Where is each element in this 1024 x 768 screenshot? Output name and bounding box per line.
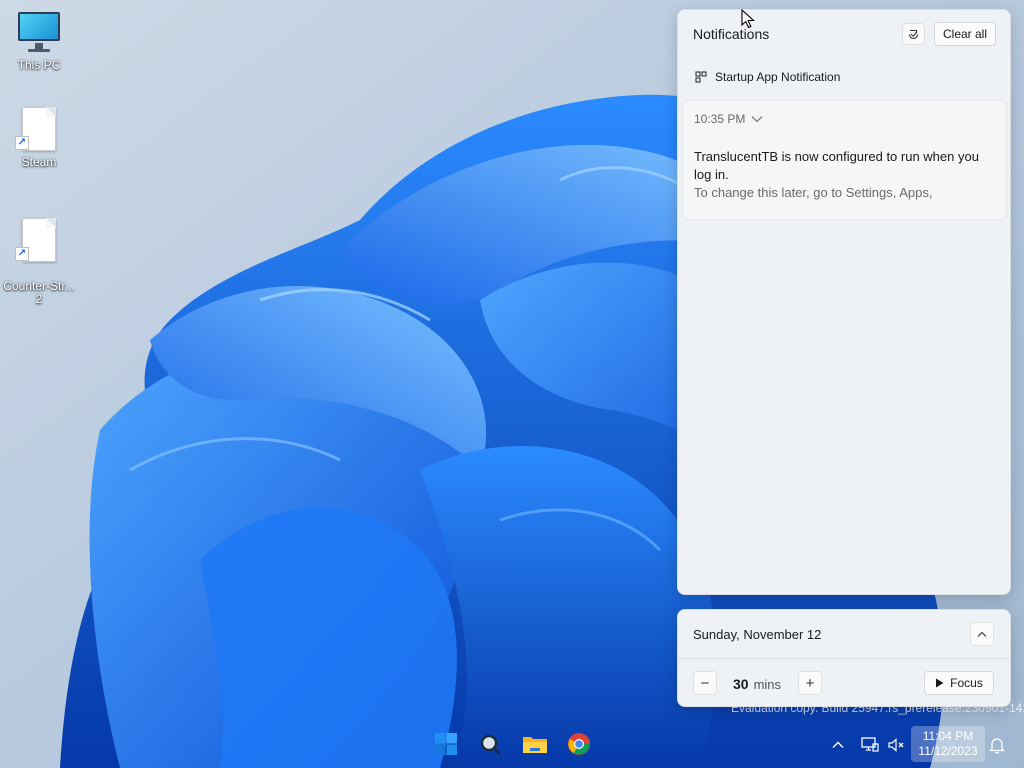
bell-icon xyxy=(989,737,1005,754)
notification-time-label: 10:35 PM xyxy=(694,112,746,126)
network-button[interactable] xyxy=(858,732,882,758)
folder-icon xyxy=(523,737,547,753)
do-not-disturb-button[interactable] xyxy=(902,23,925,45)
desktop-icon-label: Steam xyxy=(21,155,57,169)
calendar-panel: Sunday, November 12 − 30 mins + Focus xyxy=(677,609,1011,707)
chrome-button[interactable] xyxy=(559,724,599,764)
taskbar-clock[interactable]: 11:04 PM 11/12/2023 xyxy=(911,726,985,762)
do-not-disturb-icon xyxy=(908,29,919,39)
notifications-title: Notifications xyxy=(693,26,770,42)
chevron-up-icon xyxy=(977,631,987,637)
network-icon xyxy=(861,737,879,752)
desktop-icon-label: This PC xyxy=(17,58,61,72)
focus-button[interactable]: Focus xyxy=(924,671,994,695)
notification-center: Notifications Clear all Startup App Noti… xyxy=(677,9,1011,595)
volume-muted-icon xyxy=(888,738,904,752)
chevron-up-icon xyxy=(832,741,844,748)
desktop-icon-label: Counter-Str... 2 xyxy=(3,279,75,306)
search-icon xyxy=(480,734,501,755)
tray-overflow-button[interactable] xyxy=(828,732,848,758)
notification-body: To change this later, go to Settings, Ap… xyxy=(694,185,933,200)
notification-center-button[interactable] xyxy=(986,732,1008,758)
volume-button[interactable] xyxy=(885,732,907,758)
desktop-icon-this-pc[interactable]: This PC xyxy=(1,8,77,72)
desktop-icon-counter-strike[interactable]: ↗ Counter-Str... 2 xyxy=(1,203,77,319)
chrome-icon xyxy=(568,733,590,755)
calendar-divider xyxy=(678,658,1010,659)
focus-duration: 30 mins xyxy=(733,676,781,692)
focus-decrease-button[interactable]: − xyxy=(693,671,717,695)
shortcut-arrow-icon: ↗ xyxy=(15,136,29,150)
search-button[interactable] xyxy=(470,724,510,764)
file-shortcut-icon: ↗ xyxy=(15,216,63,264)
file-explorer-button[interactable] xyxy=(515,724,555,764)
monitor-icon xyxy=(15,8,63,56)
focus-button-label: Focus xyxy=(950,676,983,690)
calendar-collapse-button[interactable] xyxy=(970,622,994,646)
notification-time[interactable]: 10:35 PM xyxy=(694,112,763,126)
windows-start-icon xyxy=(435,733,457,755)
file-shortcut-icon: ↗ xyxy=(15,105,63,153)
clock-date: 11/12/2023 xyxy=(918,744,978,758)
mouse-pointer-icon xyxy=(741,9,755,29)
app-grid-icon xyxy=(695,71,707,83)
focus-unit: mins xyxy=(753,677,782,692)
clock-time: 11:04 PM xyxy=(922,729,974,743)
desktop-icon-steam[interactable]: ↗ Steam xyxy=(1,105,77,169)
notification-card[interactable]: 10:35 PM TranslucentTB is now configured… xyxy=(682,100,1007,220)
calendar-date: Sunday, November 12 xyxy=(693,627,822,642)
focus-increase-button[interactable]: + xyxy=(798,671,822,695)
notification-title: TranslucentTB is now configured to run w… xyxy=(694,149,979,182)
focus-minutes: 30 xyxy=(733,676,749,692)
chevron-down-icon xyxy=(751,116,763,123)
shortcut-arrow-icon: ↗ xyxy=(15,247,29,261)
notification-group-header[interactable]: Startup App Notification xyxy=(695,70,840,84)
clear-all-button[interactable]: Clear all xyxy=(934,22,996,46)
start-button[interactable] xyxy=(426,724,466,764)
notification-app-name: Startup App Notification xyxy=(715,70,841,84)
play-icon xyxy=(936,678,944,688)
